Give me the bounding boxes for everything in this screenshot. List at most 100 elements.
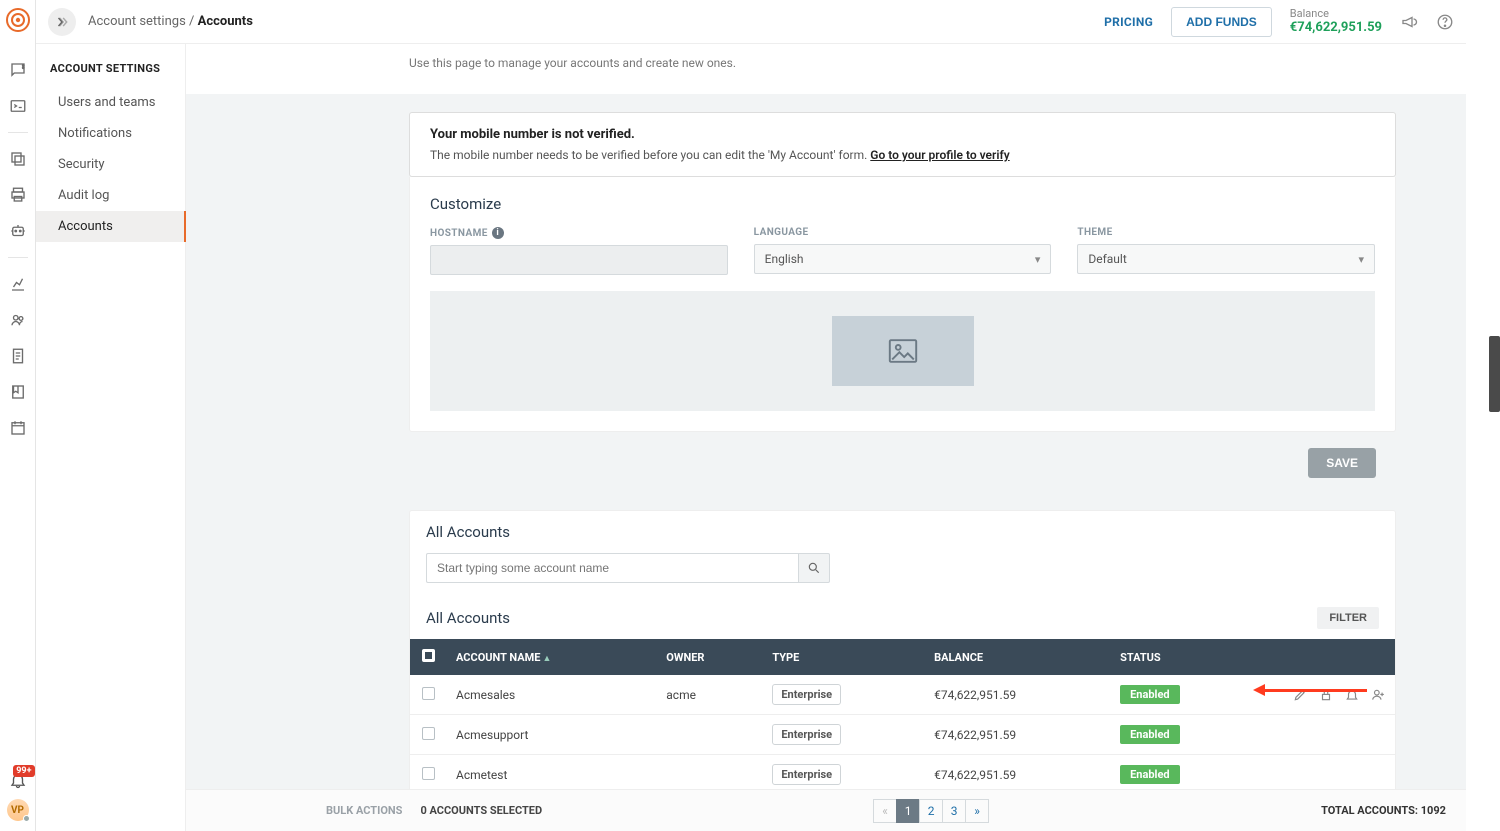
sidebar-toggle[interactable] (48, 8, 76, 36)
page-3[interactable]: 3 (942, 799, 966, 823)
sidebar-item-security[interactable]: Security (36, 149, 185, 180)
customize-heading: Customize (430, 195, 1375, 213)
notice-title: Your mobile number is not verified. (430, 127, 1375, 142)
col-balance[interactable]: BALANCE (924, 639, 1110, 675)
terminal-icon[interactable] (8, 96, 28, 116)
filter-button[interactable]: FILTER (1317, 607, 1379, 629)
stack-icon[interactable] (8, 149, 28, 169)
search-button[interactable] (798, 553, 830, 583)
cell-status: Enabled (1110, 715, 1255, 755)
save-button[interactable]: SAVE (1308, 448, 1376, 478)
cell-owner (656, 715, 762, 755)
breadcrumb-current: Accounts (198, 14, 253, 29)
sidebar-item-auditlog[interactable]: Audit log (36, 180, 185, 211)
cell-balance: €74,622,951.59 (924, 675, 1110, 715)
info-icon[interactable]: i (492, 227, 504, 239)
add-funds-button[interactable]: ADD FUNDS (1171, 7, 1272, 37)
col-owner[interactable]: OWNER (656, 639, 762, 675)
selection-count: 0 ACCOUNTS SELECTED (420, 804, 542, 817)
left-rail: 99+ VP (0, 0, 36, 831)
col-type[interactable]: TYPE (762, 639, 924, 675)
cell-name: Acmesales (446, 675, 656, 715)
balance-amount: €74,622,951.59 (1290, 20, 1382, 36)
lock-icon[interactable] (1319, 688, 1333, 702)
accounts-section: All Accounts All Accounts FILTER ACCOUNT… (409, 510, 1396, 789)
sidebar-item-accounts[interactable]: Accounts (36, 211, 185, 242)
page-intro: Use this page to manage your accounts an… (186, 56, 1466, 70)
calendar-icon[interactable] (8, 418, 28, 438)
page-1[interactable]: 1 (896, 799, 920, 823)
bookmark-icon[interactable] (8, 382, 28, 402)
scroll-gutter (1466, 0, 1500, 831)
app-logo[interactable] (6, 8, 30, 32)
chevron-down-icon: ▾ (1358, 253, 1364, 266)
table-row[interactable]: Acmetest Enterprise €74,622,951.59 Enabl… (410, 755, 1395, 790)
cell-balance: €74,622,951.59 (924, 715, 1110, 755)
settings-sidebar: ACCOUNT SETTINGS Users and teams Notific… (36, 44, 186, 831)
theme-select[interactable]: Default▾ (1077, 244, 1375, 274)
bulk-actions[interactable]: BULK ACTIONS (326, 804, 402, 817)
sidebar-item-notifications[interactable]: Notifications (36, 118, 185, 149)
cell-type: Enterprise (762, 755, 924, 790)
total-accounts: TOTAL ACCOUNTS: 1092 (1321, 804, 1446, 817)
image-placeholder-icon (832, 316, 974, 386)
row-checkbox[interactable] (422, 727, 435, 740)
sidebar-item-users[interactable]: Users and teams (36, 87, 185, 118)
chat-icon[interactable] (8, 60, 28, 80)
edit-icon[interactable] (1293, 688, 1307, 702)
user-avatar[interactable]: VP (7, 799, 29, 821)
language-select[interactable]: English▾ (754, 244, 1052, 274)
robot-icon[interactable] (8, 221, 28, 241)
balance-label: Balance (1290, 7, 1382, 20)
hostname-input[interactable] (430, 245, 728, 275)
bell-icon[interactable] (1345, 688, 1359, 702)
col-account-name[interactable]: ACCOUNT NAME▲ (446, 639, 656, 675)
col-status[interactable]: STATUS (1110, 639, 1255, 675)
team-icon[interactable] (8, 310, 28, 330)
accounts-heading: All Accounts (410, 511, 1395, 553)
logo-upload-area[interactable] (430, 291, 1375, 411)
page-»[interactable]: » (965, 799, 989, 823)
cell-name: Acmetest (446, 755, 656, 790)
accounts-table: ACCOUNT NAME▲ OWNER TYPE BALANCE STATUS … (410, 639, 1395, 789)
notifications-icon[interactable]: 99+ (9, 771, 27, 789)
table-row[interactable]: Acmesupport Enterprise €74,622,951.59 En… (410, 715, 1395, 755)
topbar: Account settings / Accounts PRICING ADD … (36, 0, 1466, 44)
notice-text: The mobile number needs to be verified b… (430, 148, 1375, 162)
theme-label: THEME (1077, 227, 1375, 238)
help-icon[interactable] (1436, 13, 1454, 31)
verify-link[interactable]: Go to your profile to verify (870, 148, 1009, 162)
pricing-link[interactable]: PRICING (1104, 15, 1153, 29)
cell-owner: acme (656, 675, 762, 715)
account-search-input[interactable] (426, 553, 798, 583)
doc-icon[interactable] (8, 346, 28, 366)
add-user-icon[interactable] (1371, 688, 1385, 702)
notif-badge: 99+ (13, 765, 34, 777)
main-content: Use this page to manage your accounts an… (186, 44, 1466, 789)
table-heading: All Accounts (426, 609, 510, 627)
row-checkbox[interactable] (422, 767, 435, 780)
balance-display: Balance €74,622,951.59 (1290, 7, 1382, 36)
breadcrumb-root[interactable]: Account settings (88, 14, 186, 29)
cell-type: Enterprise (762, 675, 924, 715)
verify-notice: Your mobile number is not verified. The … (409, 112, 1396, 177)
cell-owner (656, 755, 762, 790)
row-checkbox[interactable] (422, 687, 435, 700)
announce-icon[interactable] (1400, 13, 1418, 31)
language-label: LANGUAGE (754, 227, 1052, 238)
select-all-checkbox[interactable] (422, 649, 435, 662)
cell-status: Enabled (1110, 675, 1255, 715)
print-icon[interactable] (8, 185, 28, 205)
cell-balance: €74,622,951.59 (924, 755, 1110, 790)
analytics-icon[interactable] (8, 274, 28, 294)
scrollbar-thumb[interactable] (1489, 336, 1500, 412)
page-2[interactable]: 2 (919, 799, 943, 823)
chevron-down-icon: ▾ (1035, 253, 1041, 266)
sidebar-title: ACCOUNT SETTINGS (36, 62, 185, 87)
cell-status: Enabled (1110, 755, 1255, 790)
footer-bar: BULK ACTIONS 0 ACCOUNTS SELECTED «123» T… (186, 789, 1466, 831)
page-«[interactable]: « (873, 799, 897, 823)
cell-type: Enterprise (762, 715, 924, 755)
table-row[interactable]: Acmesales acme Enterprise €74,622,951.59… (410, 675, 1395, 715)
pagination: «123» (874, 799, 989, 823)
